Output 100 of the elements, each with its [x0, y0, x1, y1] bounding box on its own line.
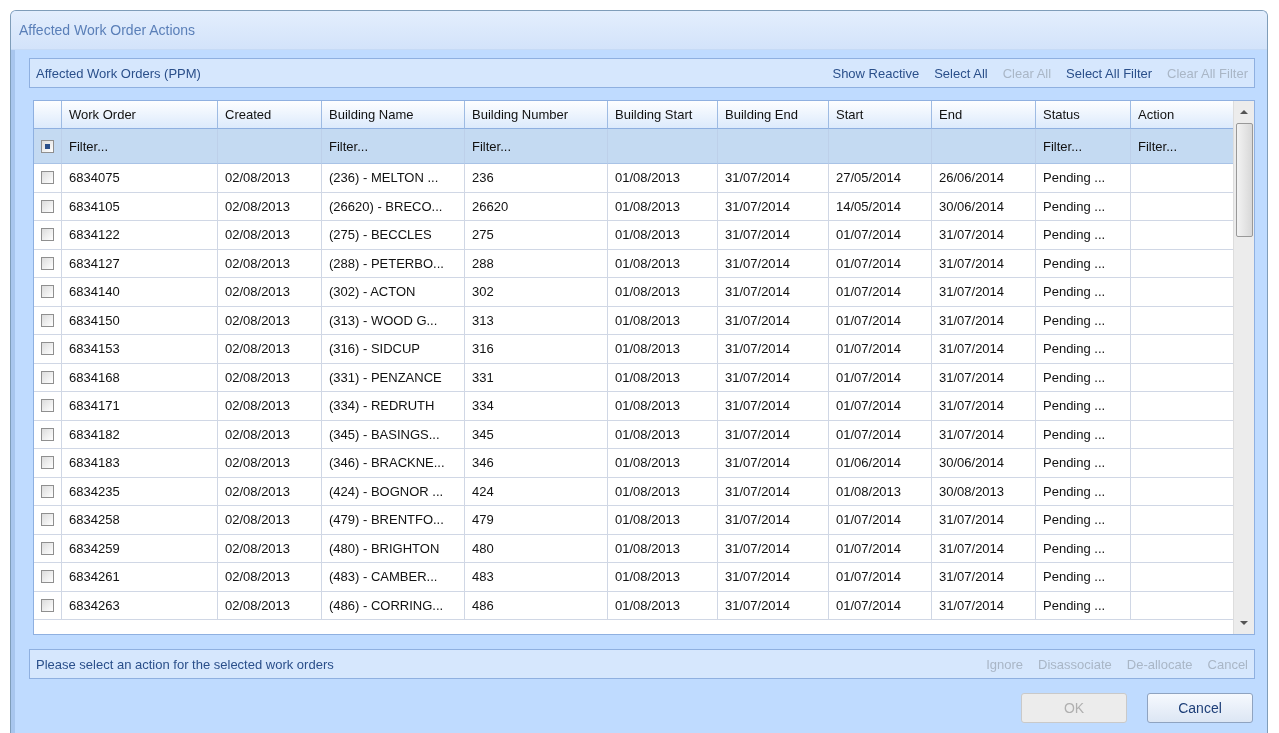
toolbar-link[interactable]: Show Reactive: [832, 65, 920, 81]
table-cell: 31/07/2014: [718, 534, 829, 563]
scroll-up-icon[interactable]: [1240, 110, 1248, 114]
row-checkbox[interactable]: [41, 399, 54, 413]
column-header[interactable]: Building End: [718, 101, 829, 129]
table-cell: 6834182: [62, 420, 218, 449]
table-cell: 31/07/2014: [932, 221, 1036, 250]
filter-field[interactable]: Filter...: [322, 129, 465, 164]
row-checkbox[interactable]: [41, 541, 54, 555]
table-cell: 01/07/2014: [829, 249, 932, 278]
row-checkbox[interactable]: [41, 513, 54, 527]
table-cell: 31/07/2014: [718, 164, 829, 193]
table-cell: 02/08/2013: [218, 192, 322, 221]
table-cell: 02/08/2013: [218, 363, 322, 392]
filter-field[interactable]: [718, 129, 829, 164]
filter-field[interactable]: [932, 129, 1036, 164]
row-checkbox[interactable]: [41, 313, 54, 327]
filter-field[interactable]: [829, 129, 932, 164]
toolbar-link[interactable]: Select All: [934, 65, 988, 81]
column-header[interactable]: Start: [829, 101, 932, 129]
row-checkbox[interactable]: [41, 256, 54, 270]
table-cell: 275: [465, 221, 608, 250]
table-cell: 01/08/2013: [608, 306, 718, 335]
table-cell: 6834127: [62, 249, 218, 278]
table-cell: (302) - ACTON: [322, 278, 465, 307]
table-cell: 31/07/2014: [932, 249, 1036, 278]
column-header[interactable]: Building Name: [322, 101, 465, 129]
column-header[interactable]: Status: [1036, 101, 1131, 129]
table-cell: Pending ...: [1036, 591, 1131, 620]
table-cell: (275) - BECCLES: [322, 221, 465, 250]
select-all-checkbox[interactable]: [41, 139, 54, 153]
table-cell: 01/07/2014: [829, 278, 932, 307]
table-cell: 31/07/2014: [718, 449, 829, 478]
table-cell: 02/08/2013: [218, 534, 322, 563]
table-cell: Pending ...: [1036, 563, 1131, 592]
table-cell: 02/08/2013: [218, 477, 322, 506]
table-cell: 01/07/2014: [829, 363, 932, 392]
table-cell: 02/08/2013: [218, 221, 322, 250]
table-cell: 01/08/2013: [829, 477, 932, 506]
column-header[interactable]: Created: [218, 101, 322, 129]
row-checkbox[interactable]: [41, 598, 54, 612]
column-header[interactable]: Building Start: [608, 101, 718, 129]
row-checkbox[interactable]: [41, 370, 54, 384]
vertical-scrollbar[interactable]: [1233, 101, 1254, 634]
filter-field[interactable]: [218, 129, 322, 164]
table-cell: 6834105: [62, 192, 218, 221]
row-checkbox[interactable]: [41, 570, 54, 584]
filter-field[interactable]: Filter...: [62, 129, 218, 164]
table-cell: 6834140: [62, 278, 218, 307]
table-cell: 331: [465, 363, 608, 392]
row-checkbox[interactable]: [41, 427, 54, 441]
scroll-down-icon[interactable]: [1240, 621, 1248, 625]
table-cell: 31/07/2014: [932, 306, 1036, 335]
row-checkbox[interactable]: [41, 171, 54, 185]
table-cell: 01/07/2014: [829, 392, 932, 421]
table-cell: (236) - MELTON ...: [322, 164, 465, 193]
table-cell: Pending ...: [1036, 534, 1131, 563]
table-cell: 02/08/2013: [218, 249, 322, 278]
table-cell: 31/07/2014: [932, 335, 1036, 364]
table-cell: 6834235: [62, 477, 218, 506]
table-cell: 01/07/2014: [829, 534, 932, 563]
toolbar-link[interactable]: Select All Filter: [1066, 65, 1153, 81]
column-header[interactable]: Building Number: [465, 101, 608, 129]
cancel-button[interactable]: Cancel: [1147, 693, 1253, 723]
table-cell: 31/07/2014: [932, 420, 1036, 449]
table-cell: 01/07/2014: [829, 306, 932, 335]
table-cell: (331) - PENZANCE: [322, 363, 465, 392]
table-cell: (26620) - BRECO...: [322, 192, 465, 221]
table-cell: 31/07/2014: [718, 477, 829, 506]
column-header[interactable]: Action: [1131, 101, 1233, 129]
table-cell: (483) - CAMBER...: [322, 563, 465, 592]
column-header[interactable]: End: [932, 101, 1036, 129]
column-header[interactable]: Work Order: [62, 101, 218, 129]
table-cell: Pending ...: [1036, 363, 1131, 392]
table-cell: 01/08/2013: [608, 392, 718, 421]
row-checkbox[interactable]: [41, 484, 54, 498]
scroll-thumb[interactable]: [1235, 123, 1253, 237]
table-cell: 01/08/2013: [608, 563, 718, 592]
table-cell: 31/07/2014: [932, 534, 1036, 563]
table-cell: 01/07/2014: [829, 506, 932, 535]
table-cell: 316: [465, 335, 608, 364]
table-cell: 6834168: [62, 363, 218, 392]
table-cell: 02/08/2013: [218, 506, 322, 535]
filter-field[interactable]: Filter...: [465, 129, 608, 164]
table-cell: 31/07/2014: [718, 363, 829, 392]
row-checkbox[interactable]: [41, 342, 54, 356]
table-cell: 30/08/2013: [932, 477, 1036, 506]
table-cell: 01/07/2014: [829, 420, 932, 449]
row-checkbox[interactable]: [41, 199, 54, 213]
table-cell: 302: [465, 278, 608, 307]
table-cell: 31/07/2014: [718, 249, 829, 278]
row-checkbox[interactable]: [41, 228, 54, 242]
filter-field[interactable]: Filter...: [1036, 129, 1131, 164]
table-cell: (334) - REDRUTH: [322, 392, 465, 421]
row-checkbox[interactable]: [41, 285, 54, 299]
row-checkbox[interactable]: [41, 456, 54, 470]
filter-field[interactable]: [608, 129, 718, 164]
table-cell: 01/08/2013: [608, 534, 718, 563]
table-cell: Pending ...: [1036, 477, 1131, 506]
table-cell: 01/07/2014: [829, 563, 932, 592]
